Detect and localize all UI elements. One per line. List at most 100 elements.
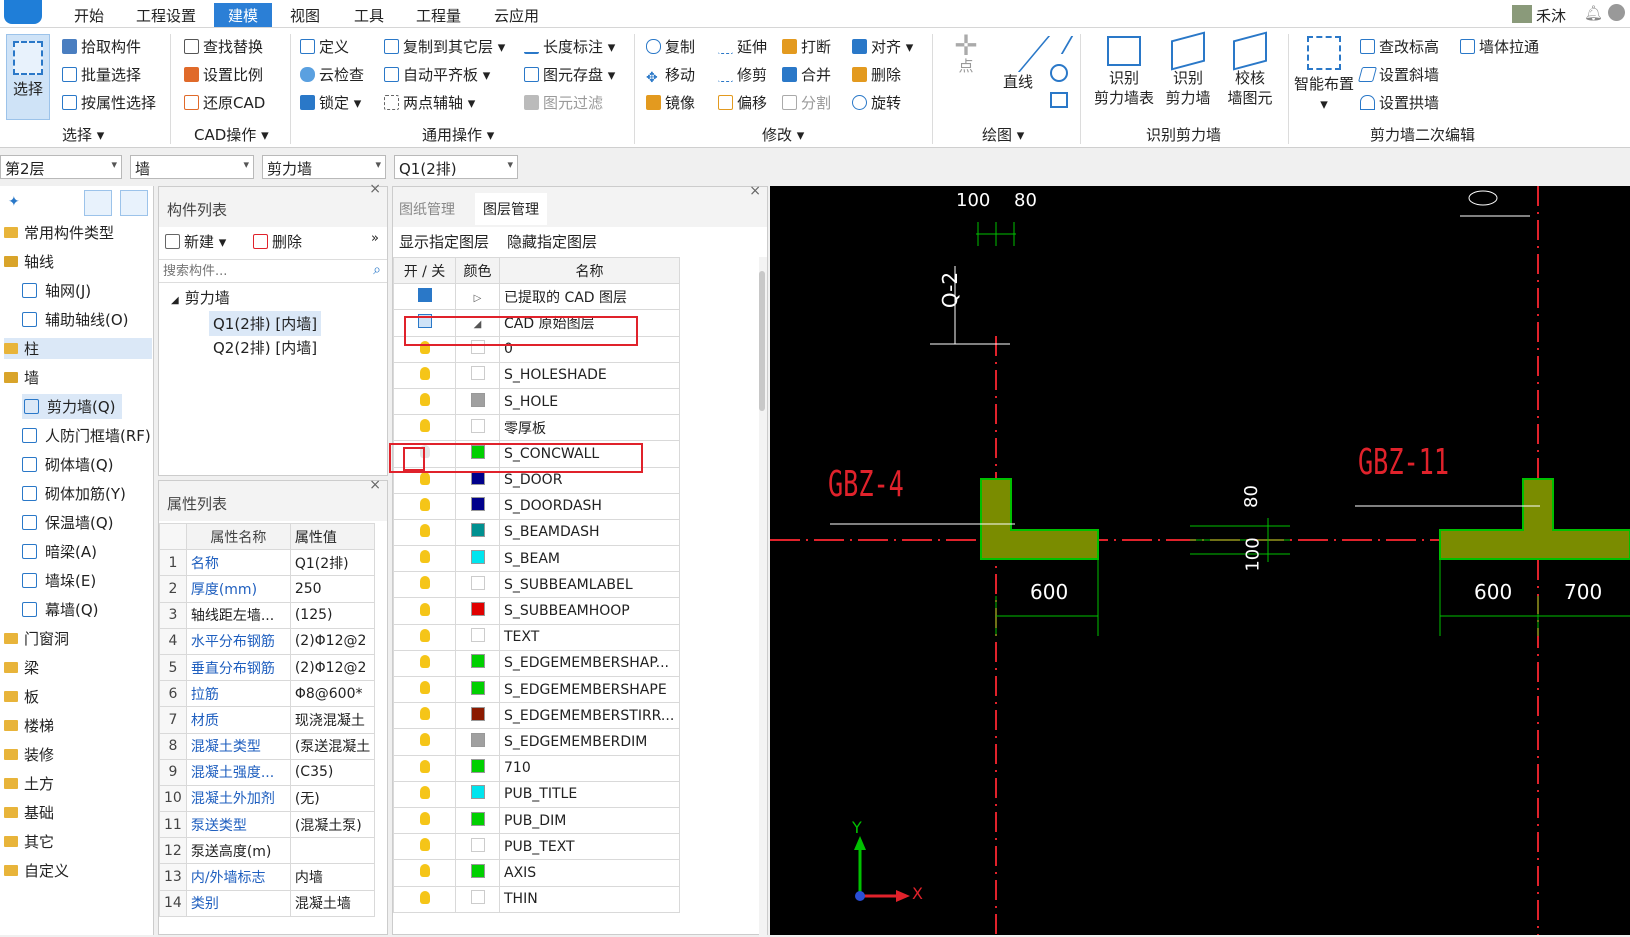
tab-layer-mgmt[interactable]: 图层管理	[475, 193, 547, 225]
align-button[interactable]: 对齐 ▾	[852, 36, 913, 57]
layer-color[interactable]	[455, 623, 500, 651]
bulb-on-icon[interactable]	[419, 471, 430, 485]
expand-icon[interactable]: ▷	[474, 293, 482, 304]
recognize-wall-table-button[interactable]: 识别 剪力墙表	[1092, 36, 1156, 108]
layer-color[interactable]	[455, 806, 500, 835]
bulb-on-icon[interactable]	[419, 785, 430, 799]
property-value[interactable]	[289, 837, 376, 865]
layer-toggle[interactable]	[393, 361, 456, 389]
layer-color[interactable]	[455, 702, 500, 730]
line-button[interactable]: 直线	[985, 36, 1051, 92]
layer-toggle[interactable]	[393, 754, 456, 782]
table-row[interactable]: S_EDGEMEMBERSHAP...	[393, 649, 680, 678]
delete-button[interactable]: 删除	[852, 64, 901, 85]
bulb-on-icon[interactable]	[419, 393, 430, 407]
nav-item[interactable]: 其它	[4, 831, 54, 852]
nav-item[interactable]: 轴线	[4, 251, 54, 272]
table-row[interactable]: S_SUBBEAMHOOP	[393, 597, 680, 625]
table-row[interactable]: 12 泵送高度(m)	[159, 837, 376, 865]
layer-color[interactable]	[455, 361, 500, 389]
bulb-on-icon[interactable]	[419, 654, 430, 668]
property-value[interactable]: (无)	[289, 784, 376, 813]
length-dim-button[interactable]: 长度标注 ▾	[524, 36, 615, 57]
table-row[interactable]: 11 泵送类型 (混凝土泵)	[159, 811, 376, 839]
nav-item[interactable]: 常用构件类型	[4, 222, 114, 243]
show-layer-button[interactable]: 显示指定图层	[399, 231, 489, 252]
bulb-on-icon[interactable]	[419, 576, 430, 590]
table-row[interactable]: AXIS	[393, 859, 680, 887]
select-group-label[interactable]: 选择 ▾	[62, 124, 104, 145]
nav-item[interactable]: 装修	[4, 744, 54, 765]
select-button[interactable]: 选择	[6, 34, 50, 120]
bell-icon[interactable]: 🔔︎	[1584, 4, 1603, 22]
table-row[interactable]: S_BEAM	[393, 545, 680, 573]
nav-item[interactable]: 土方	[4, 773, 54, 794]
table-row[interactable]: 7 材质 现浇混凝土	[159, 706, 376, 734]
bulb-on-icon[interactable]	[419, 366, 430, 380]
table-row[interactable]: 3 轴线距左墙... (125)	[159, 601, 376, 629]
table-row[interactable]: 8 混凝土类型 (泵送混凝土	[159, 732, 376, 760]
property-value[interactable]: (125)	[289, 601, 376, 629]
floor-select[interactable]: 第2层	[0, 155, 122, 179]
nav-item[interactable]: 剪力墙(Q)	[22, 394, 122, 419]
table-row[interactable]: 9 混凝土强度... (C35)	[159, 758, 376, 786]
layer-color[interactable]	[455, 649, 500, 678]
layer-toggle[interactable]	[393, 283, 456, 311]
layer-toggle[interactable]	[393, 728, 456, 756]
hide-layer-button[interactable]: 隐藏指定图层	[507, 231, 597, 252]
menu-quantity[interactable]: 工程量	[416, 5, 461, 26]
property-value[interactable]: 混凝土墙	[289, 889, 376, 917]
bulb-on-icon[interactable]	[419, 890, 430, 904]
layer-toggle[interactable]	[393, 859, 456, 887]
nav-item[interactable]: 楼梯	[4, 715, 54, 736]
layer-toggle[interactable]	[393, 597, 456, 625]
recognize-wall-button[interactable]: 识别 剪力墙	[1160, 31, 1216, 108]
table-row[interactable]: 5 垂直分布钢筋 (2)Φ12@2	[159, 653, 376, 682]
scrollbar-thumb[interactable]	[759, 271, 765, 411]
table-row[interactable]: 710	[393, 754, 680, 782]
property-value[interactable]: 内墙	[289, 863, 376, 891]
rectangle-icon[interactable]	[1050, 92, 1068, 108]
bulb-on-icon[interactable]	[419, 864, 430, 878]
break-button[interactable]: 打断	[782, 36, 831, 57]
list-view-icon[interactable]	[84, 190, 112, 216]
property-value[interactable]: (2)Φ12@2	[289, 653, 376, 682]
table-row[interactable]: PUB_TEXT	[393, 833, 680, 861]
pin-icon[interactable]: ✦	[8, 194, 20, 210]
layer-toggle[interactable]	[393, 623, 456, 651]
table-row[interactable]: 1 名称 Q1(2排)	[159, 549, 376, 577]
pick-component-button[interactable]: 拾取构件	[62, 36, 141, 57]
layer-color[interactable]	[455, 492, 500, 520]
extend-button[interactable]: 延伸	[718, 36, 767, 57]
bulb-on-icon[interactable]	[419, 602, 430, 616]
select-by-attr-button[interactable]: 按属性选择	[62, 92, 156, 113]
change-elevation-button[interactable]: 查改标高	[1360, 36, 1439, 57]
layer-toggle[interactable]	[393, 702, 456, 730]
nav-item[interactable]: 柱	[4, 338, 152, 359]
layer-color[interactable]	[455, 859, 500, 887]
close-icon[interactable]: ×	[369, 477, 381, 493]
copy-to-layer-button[interactable]: 复制到其它层 ▾	[384, 36, 505, 57]
save-elements-button[interactable]: 图元存盘 ▾	[524, 64, 615, 85]
component-select[interactable]: Q1(2排)	[394, 155, 518, 179]
nav-item[interactable]: 砌体加筋(Y)	[22, 483, 126, 504]
define-button[interactable]: 定义	[300, 36, 349, 57]
layer-color[interactable]	[455, 571, 500, 599]
layer-color[interactable]	[455, 754, 500, 782]
nav-item[interactable]: 保温墙(Q)	[22, 512, 114, 533]
smart-layout-button[interactable]: 智能布置 ▾	[1292, 36, 1356, 114]
delete-component-button[interactable]: 删除	[253, 231, 302, 252]
copy-button[interactable]: 复制	[646, 36, 695, 57]
layer-color[interactable]	[455, 414, 500, 442]
layer-color[interactable]	[455, 728, 500, 756]
find-replace-button[interactable]: 查找替换	[184, 36, 263, 57]
cad-canvas[interactable]: 100 80 Q-2 GBZ-4 GBZ-11 600 600 700 80 1…	[770, 186, 1630, 935]
point-button[interactable]: ✛ 点	[944, 32, 988, 76]
nav-item[interactable]: 板	[4, 686, 39, 707]
table-row[interactable]: S_HOLESHADE	[393, 361, 680, 389]
layer-toggle[interactable]	[393, 675, 456, 704]
search-icon[interactable]: ⌕	[373, 262, 381, 278]
filter-elements-button[interactable]: 图元过滤	[524, 92, 603, 113]
property-value[interactable]: 现浇混凝土	[289, 706, 376, 734]
table-row[interactable]: S_EDGEMEMBERDIM	[393, 728, 680, 756]
